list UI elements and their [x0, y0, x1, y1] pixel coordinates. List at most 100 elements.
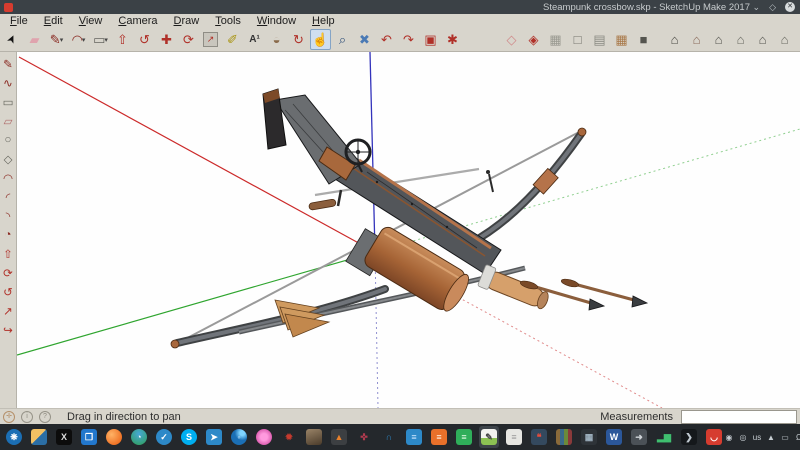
lock-icon[interactable]: Ω [794, 433, 800, 442]
next-view-tool[interactable]: ↷ [398, 29, 419, 50]
display-icon[interactable]: ▭ [780, 433, 790, 442]
geolocation-status-icon[interactable]: ✛ [3, 411, 15, 423]
tape-measure-tool[interactable]: ✐ [222, 29, 243, 50]
keyboard-layout[interactable]: us [752, 433, 762, 442]
scale-tool[interactable]: ↗ [200, 29, 221, 50]
three-point-arc-tool[interactable]: ◝ [1, 206, 16, 225]
front-view[interactable]: ⌂ [708, 29, 729, 50]
skype[interactable]: S [179, 426, 199, 448]
push-pull-tool[interactable]: ⇧ [1, 244, 16, 263]
audio-app[interactable]: ∩ [379, 426, 399, 448]
robot-app[interactable]: ▲ [329, 426, 349, 448]
move-tool[interactable]: ✚ [156, 29, 177, 50]
pan-tool[interactable]: ☝ [310, 29, 331, 50]
menu-item-edit[interactable]: Edit [36, 14, 71, 28]
pie-tool[interactable]: ◔ [1, 225, 16, 244]
kde-launcher[interactable]: ❋ [4, 426, 24, 448]
arc-tool[interactable]: ◠ [1, 168, 16, 187]
cross-app[interactable]: ✜ [354, 426, 374, 448]
help-status-icon[interactable]: ? [39, 411, 51, 423]
dropdown-caret-icon[interactable]: ▾ [60, 36, 64, 44]
tray-status-icon[interactable]: ◉ [724, 433, 734, 442]
sketchup-app[interactable]: ◡ [704, 426, 724, 448]
minimize-button[interactable]: ⌄ [753, 0, 761, 14]
gray-launcher[interactable]: ➜ [629, 426, 649, 448]
menu-item-camera[interactable]: Camera [110, 14, 165, 28]
rotated-rectangle-tool[interactable]: ▱ [1, 111, 16, 130]
top-view[interactable]: ⌂ [686, 29, 707, 50]
scale-tool[interactable]: ↗ [1, 301, 16, 320]
library-app[interactable] [554, 426, 574, 448]
document-blue[interactable]: ≡ [404, 426, 424, 448]
select-tool[interactable]: ➤ [2, 29, 23, 50]
document-green[interactable]: ≡ [454, 426, 474, 448]
back-view[interactable]: ⌂ [752, 29, 773, 50]
dropdown-caret-icon[interactable]: ▾ [82, 36, 86, 44]
tray-settings-icon[interactable]: ◎ [738, 433, 748, 442]
menu-item-help[interactable]: Help [304, 14, 343, 28]
text-tool[interactable]: A¹ [244, 29, 265, 50]
xray-style[interactable]: ◇ [501, 29, 522, 50]
modeling-canvas[interactable] [17, 52, 800, 408]
circle-tool[interactable]: ○ [1, 130, 16, 149]
rotate-tool[interactable]: ⟳ [1, 263, 16, 282]
hidden-line-style[interactable]: □ [567, 29, 588, 50]
menu-item-draw[interactable]: Draw [166, 14, 208, 28]
measurements-input[interactable] [681, 410, 797, 424]
word-processor[interactable]: W [604, 426, 624, 448]
sync-app[interactable]: ✓ [154, 426, 174, 448]
pink-orb-app[interactable] [254, 426, 274, 448]
rectangle-tool[interactable]: ▭▾ [90, 29, 111, 50]
sketchup-task[interactable]: ✎ [479, 426, 499, 448]
file-manager[interactable]: ❒ [79, 426, 99, 448]
left-view[interactable]: ⌂ [774, 29, 795, 50]
close-button[interactable]: ✕ [785, 2, 795, 12]
get-models-tool[interactable]: ▣ [420, 29, 441, 50]
document-white[interactable]: ≡ [504, 426, 524, 448]
menu-item-window[interactable]: Window [249, 14, 304, 28]
zoom-extents-tool[interactable]: ✖ [354, 29, 375, 50]
firefox[interactable] [104, 426, 124, 448]
follow-me-tool[interactable]: ↺ [134, 29, 155, 50]
share-model-tool[interactable]: ✱ [442, 29, 463, 50]
messenger-app[interactable]: ➤ [204, 426, 224, 448]
back-edges-style[interactable]: ◈ [523, 29, 544, 50]
shaded-style[interactable]: ▤ [589, 29, 610, 50]
follow-me-tool[interactable]: ↺ [1, 282, 16, 301]
desktop-pager[interactable] [29, 426, 49, 448]
right-view[interactable]: ⌂ [730, 29, 751, 50]
system-monitor[interactable]: ▂▆ [654, 426, 674, 448]
paint-bucket-tool[interactable]: ◒ [266, 29, 287, 50]
shaded-textures-style[interactable]: ▦ [611, 29, 632, 50]
red-burst-app[interactable]: ✹ [279, 426, 299, 448]
freehand-tool[interactable]: ∿ [1, 73, 16, 92]
wifi-icon[interactable]: ▲ [766, 433, 776, 442]
xterm[interactable]: X [54, 426, 74, 448]
globe-app[interactable]: ◦ [229, 426, 249, 448]
orbit-tool[interactable]: ↻ [288, 29, 309, 50]
web-browser[interactable]: ◔ [129, 426, 149, 448]
maximize-button[interactable]: ◇ [769, 0, 776, 14]
rotate-tool[interactable]: ⟳ [178, 29, 199, 50]
arc-tool[interactable]: ◠▾ [68, 29, 89, 50]
previous-view-tool[interactable]: ↶ [376, 29, 397, 50]
menu-item-file[interactable]: File [2, 14, 36, 28]
spreadsheet-app[interactable]: ▦ [579, 426, 599, 448]
offset-tool[interactable]: ↪ [1, 320, 16, 339]
menu-item-view[interactable]: View [71, 14, 111, 28]
line-tool[interactable]: ✎ [1, 54, 16, 73]
line-tool[interactable]: ✎▾ [46, 29, 67, 50]
iso-view[interactable]: ⌂ [664, 29, 685, 50]
quote-app[interactable]: ❝ [529, 426, 549, 448]
two-point-arc-tool[interactable]: ◜ [1, 187, 16, 206]
push-pull-tool[interactable]: ⇧ [112, 29, 133, 50]
polygon-tool[interactable]: ◇ [1, 149, 16, 168]
menu-item-tools[interactable]: Tools [207, 14, 249, 28]
document-orange[interactable]: ≡ [429, 426, 449, 448]
wireframe-style[interactable]: ▦ [545, 29, 566, 50]
dropdown-caret-icon[interactable]: ▾ [104, 36, 108, 44]
eraser-tool[interactable]: ▰ [24, 29, 45, 50]
monochrome-style[interactable]: ■ [633, 29, 654, 50]
credit-status-icon[interactable]: i [21, 411, 33, 423]
wolf-app[interactable] [304, 426, 324, 448]
